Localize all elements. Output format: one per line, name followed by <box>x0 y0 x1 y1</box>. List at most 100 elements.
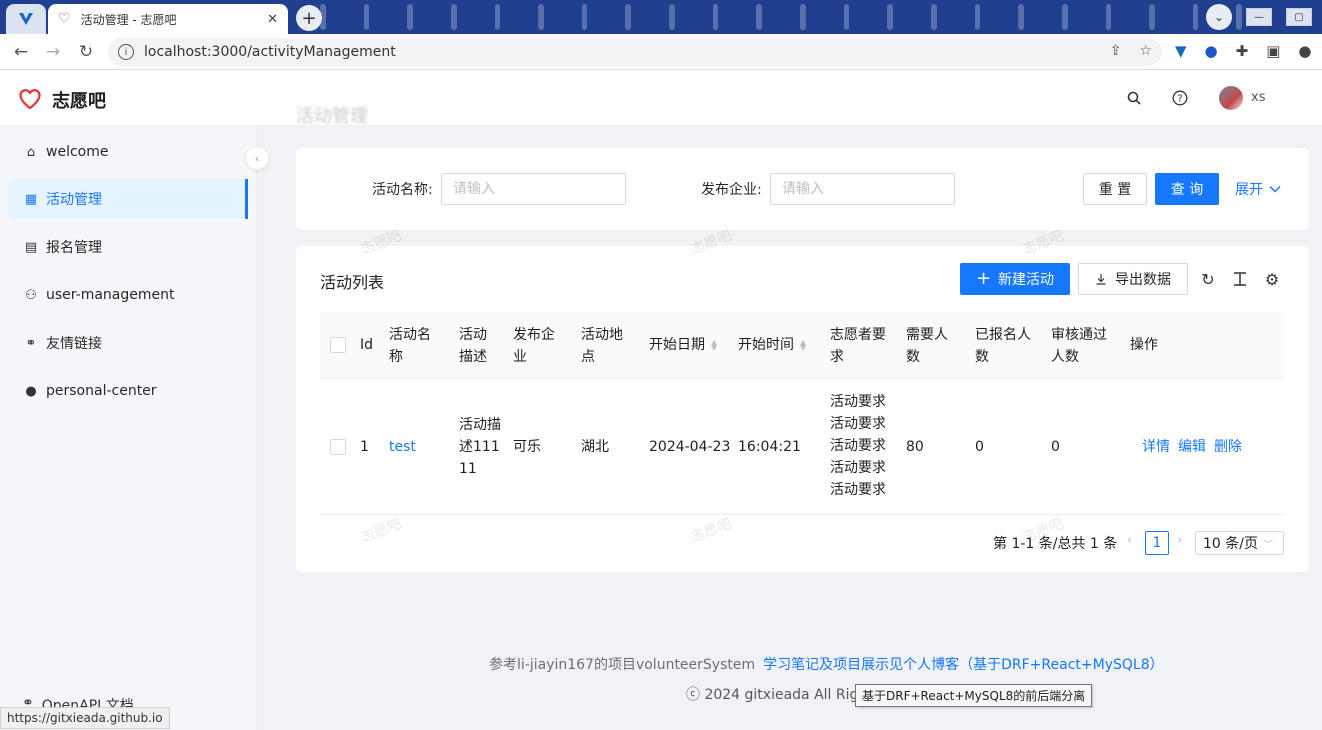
footer-reference: 参考li-jiayin167的项目volunteerSystem 学习笔记及项目展… <box>489 654 1164 674</box>
company-input[interactable] <box>770 173 955 205</box>
column-start-time-label: 开始时间 <box>738 337 794 353</box>
vuetify-extension-icon[interactable]: ▼ <box>1175 42 1187 60</box>
sidebar-item-label: user-management <box>46 287 175 303</box>
forward-arrow-icon[interactable]: → <box>42 41 64 63</box>
cell-signed-count: 0 <box>975 439 984 455</box>
footer-blog-link[interactable]: 学习笔记及项目展示见个人博客（基于DRF+React+MySQL8） <box>763 657 1163 673</box>
pagination-total: 第 1-1 条/总共 1 条 <box>993 536 1118 552</box>
export-data-button[interactable]: 导出数据 <box>1078 263 1188 295</box>
column-location: 活动地点 <box>581 327 623 365</box>
footer-copyright: ⓒ 2024 gitxieada All Rights <box>686 687 881 703</box>
row-checkbox[interactable] <box>330 439 346 455</box>
sidebar-item-activity-management[interactable]: ▦ 活动管理 <box>8 179 248 219</box>
tooltip: 基于DRF+React+MySQL8的前后端分离 <box>855 684 1093 707</box>
browser-status-url: https://gitxieada.github.io <box>0 707 170 729</box>
tab-close-icon[interactable]: ✕ <box>267 12 278 27</box>
pagination: 第 1-1 条/总共 1 条 ‹ 1 › 10 条/页 ﹀ <box>296 531 1284 555</box>
url-text[interactable]: localhost:3000/activityManagement <box>144 44 396 60</box>
expand-button[interactable]: 展开 <box>1235 179 1281 199</box>
tab-search-dropdown-icon[interactable]: ⌄ <box>1206 4 1232 30</box>
back-arrow-icon[interactable]: ← <box>10 41 32 63</box>
app-header: 志愿吧 活动管理 ? xs <box>0 70 1322 127</box>
user-setting-icon: ⚇ <box>25 287 37 303</box>
desktop-background <box>320 0 1243 34</box>
sidebar-collapse-button[interactable]: ‹ <box>245 146 269 170</box>
reload-icon[interactable]: ↻ <box>1199 270 1217 289</box>
new-tab-button[interactable]: + <box>296 5 322 31</box>
minimize-button[interactable]: — <box>1246 8 1272 26</box>
prev-page-icon[interactable]: ‹ <box>1127 533 1132 548</box>
sidebar-item-user-management[interactable]: ⚇ user-management <box>8 275 248 315</box>
sidebar-item-signup-management[interactable]: ▤ 报名管理 <box>8 227 248 267</box>
site-info-icon[interactable]: i <box>118 44 134 60</box>
plus-icon: + <box>975 268 992 289</box>
cell-start-date: 2024-04-23 <box>649 439 731 455</box>
expand-label: 展开 <box>1235 182 1263 198</box>
company-label: 发布企业: <box>701 182 762 198</box>
question-circle-icon[interactable]: ? <box>1171 89 1189 107</box>
extension-circle-icon[interactable]: ● <box>1205 42 1218 60</box>
browser-tab-strip: ♡ 活动管理 - 志愿吧 ✕ + ⌄ — ▢ <box>0 0 1322 34</box>
delete-link[interactable]: 删除 <box>1214 436 1242 456</box>
new-activity-button[interactable]: + 新建活动 <box>960 263 1070 295</box>
window-controls: ⌄ — ▢ <box>1206 4 1312 30</box>
next-page-icon[interactable]: › <box>1177 533 1182 548</box>
row-actions: 详情 编辑 删除 <box>1142 436 1242 456</box>
column-desc: 活动描述 <box>459 327 487 365</box>
sidebar-item-personal-center[interactable]: ● personal-center <box>8 371 248 411</box>
sidebar-item-label: welcome <box>46 144 109 160</box>
activity-name-input[interactable] <box>441 173 626 205</box>
reset-button[interactable]: 重 置 <box>1083 173 1147 205</box>
column-start-date-label: 开始日期 <box>649 337 705 353</box>
download-icon <box>1096 274 1106 285</box>
cell-name-link[interactable]: test <box>389 436 416 458</box>
new-activity-label: 新建活动 <box>998 272 1055 288</box>
search-icon[interactable] <box>1125 89 1143 107</box>
user-name[interactable]: xs <box>1251 90 1265 105</box>
share-icon[interactable]: ⇪ <box>1110 43 1122 59</box>
browser-toolbar: ← → ↻ i localhost:3000/activityManagemen… <box>0 34 1322 70</box>
address-bar[interactable]: i localhost:3000/activityManagement ⇪ ☆ <box>108 38 1162 66</box>
cell-desc: 活动描述11111 <box>459 417 501 477</box>
page-item-current[interactable]: 1 <box>1145 531 1169 555</box>
cell-approved-count: 0 <box>1051 439 1060 455</box>
profile-icon[interactable]: ● <box>1298 42 1311 60</box>
sidebar-item-friend-links[interactable]: ⚭ 友情链接 <box>8 323 248 363</box>
column-height-icon[interactable] <box>1231 270 1249 288</box>
chevron-left-icon: ‹ <box>254 151 260 165</box>
browser-tab-active[interactable]: ♡ 活动管理 - 志愿吧 ✕ <box>48 4 288 34</box>
sidebar-item-label: 活动管理 <box>46 192 102 208</box>
form-icon: ▤ <box>24 239 38 255</box>
edit-link[interactable]: 编辑 <box>1178 436 1206 456</box>
sort-icon[interactable]: ▲ ▼ <box>711 339 717 352</box>
page-size-select[interactable]: 10 条/页 ﹀ <box>1195 531 1284 555</box>
detail-link[interactable]: 详情 <box>1142 436 1170 456</box>
column-start-time[interactable]: 开始时间 ▲ ▼ <box>738 334 806 356</box>
chevron-down-icon <box>1269 185 1281 193</box>
setting-icon[interactable]: ⚙ <box>1263 270 1281 289</box>
cell-company: 可乐 <box>513 439 541 455</box>
search-form-card: 活动名称: 发布企业: 重 置 查 询 展开 <box>296 148 1309 230</box>
sort-icon[interactable]: ▲ ▼ <box>800 339 806 352</box>
appstore-icon: ▦ <box>24 191 38 207</box>
puzzle-extension-icon[interactable]: ✚ <box>1236 42 1249 60</box>
vuetify-icon <box>19 13 33 25</box>
side-panel-icon[interactable]: ▣ <box>1266 42 1280 60</box>
bookmark-star-icon[interactable]: ☆ <box>1139 43 1152 59</box>
maximize-button[interactable]: ▢ <box>1286 8 1312 26</box>
column-company: 发布企业 <box>513 327 555 365</box>
user-icon: ● <box>25 383 37 399</box>
column-approved-count: 审核通过人数 <box>1051 327 1107 365</box>
activity-list-card: 活动列表 + 新建活动 导出数据 ↻ ⚙ Id 活动名称 活动描述 发布企业 活… <box>296 246 1309 572</box>
chevron-down-icon: ﹀ <box>1263 539 1273 551</box>
select-all-checkbox[interactable] <box>330 337 346 353</box>
avatar[interactable] <box>1219 86 1243 110</box>
column-start-date[interactable]: 开始日期 ▲ ▼ <box>649 334 717 356</box>
sidebar-item-label: 友情链接 <box>46 336 102 352</box>
reload-icon[interactable]: ↻ <box>75 41 97 63</box>
query-button[interactable]: 查 询 <box>1155 173 1219 205</box>
footer-reference-text: 参考li-jiayin167的项目volunteerSystem <box>489 657 756 673</box>
column-name: 活动名称 <box>389 327 431 365</box>
pinned-tab[interactable] <box>6 4 46 34</box>
sidebar-item-welcome[interactable]: ⌂ welcome <box>8 132 248 172</box>
